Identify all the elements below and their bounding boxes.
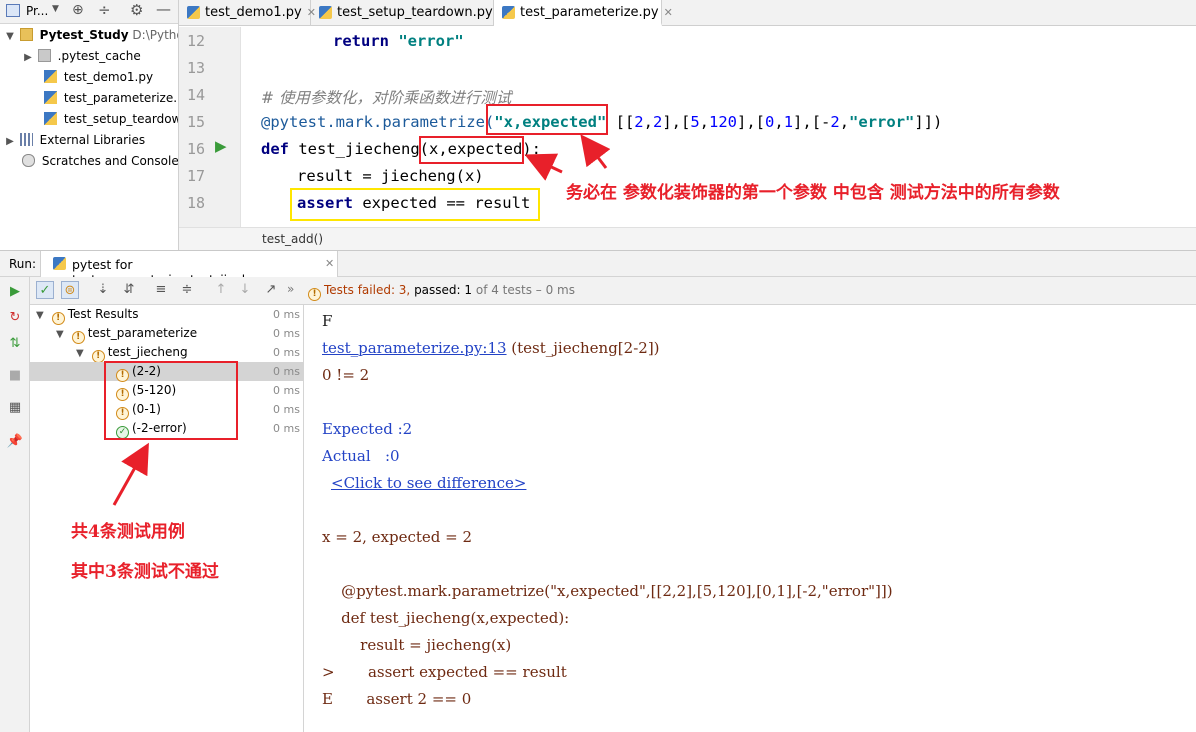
annotation-note-failed: 其中3条测试不通过	[71, 562, 219, 582]
annotation-arrows	[112, 134, 611, 506]
arrow-to-params	[524, 153, 563, 181]
annotation-note-params: 务必在 参数化装饰器的第一个参数 中包含 测试方法中的所有参数	[566, 183, 1060, 203]
arrow-to-test-cases	[112, 442, 149, 506]
arrow-to-decorator	[580, 134, 611, 169]
annotation-note-count: 共4条测试用例	[71, 522, 185, 542]
